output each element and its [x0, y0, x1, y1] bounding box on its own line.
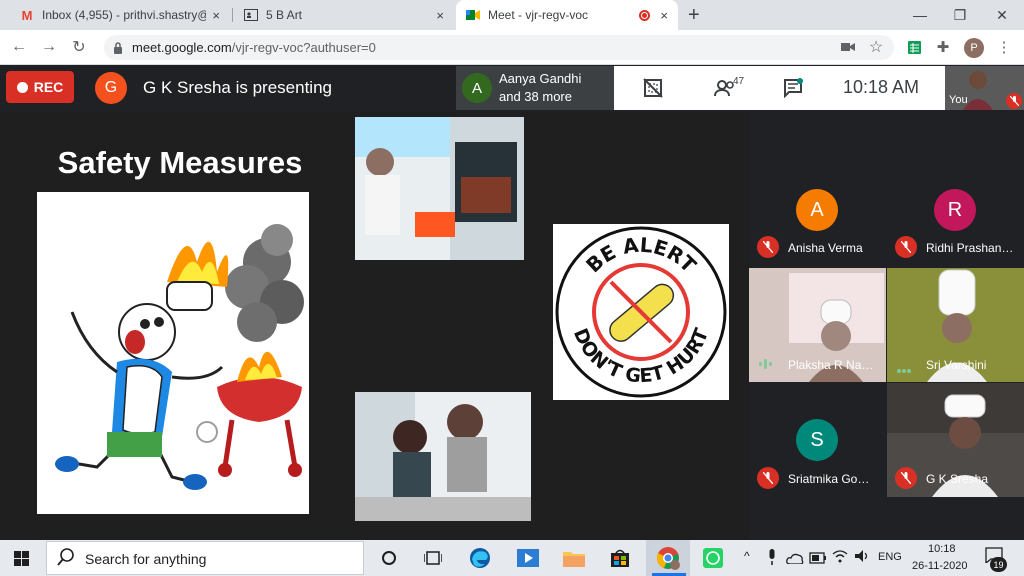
- meeting-clock: 10:18 AM: [843, 77, 920, 97]
- store-icon[interactable]: [607, 545, 633, 571]
- volume-icon[interactable]: [854, 549, 870, 568]
- cooking-photo: [355, 392, 531, 521]
- taskbar-time[interactable]: 10:18: [928, 543, 956, 555]
- captions-off-icon[interactable]: [640, 76, 666, 100]
- new-tab-button[interactable]: +: [688, 4, 700, 27]
- search-placeholder: Search for anything: [85, 551, 207, 567]
- speaking-indicator-icon: [896, 361, 912, 379]
- speaking-indicator-icon: [758, 357, 774, 375]
- profile-avatar[interactable]: P: [964, 38, 984, 58]
- recording-badge: REC: [6, 71, 74, 103]
- presenter-avatar: G: [95, 72, 127, 104]
- tab-title: Inbox (4,955) - prithvi.shastry@sc: [42, 8, 207, 22]
- wifi-icon[interactable]: [832, 549, 848, 568]
- chat-icon[interactable]: [780, 76, 806, 100]
- participant-name: Plaksha R Na…: [788, 358, 874, 372]
- windows-start-icon[interactable]: [8, 545, 34, 571]
- tab-classroom[interactable]: 5 B Art ×: [234, 0, 454, 30]
- cortana-icon[interactable]: [376, 545, 402, 571]
- participant-name: Ridhi Prashan…: [926, 241, 1014, 255]
- close-tab-icon[interactable]: ×: [212, 8, 220, 23]
- speaker-avatar: A: [462, 73, 492, 103]
- tab-meet[interactable]: Meet - vjr-regv-voc ×: [456, 0, 678, 30]
- reload-icon[interactable]: ↻: [68, 36, 90, 58]
- mic-off-icon: [757, 467, 779, 489]
- self-view-label: You: [949, 94, 968, 106]
- minimize-icon[interactable]: —: [900, 0, 940, 30]
- mic-off-icon: [1006, 93, 1022, 109]
- forward-arrow-icon[interactable]: →: [38, 36, 60, 58]
- media-player-icon[interactable]: [515, 545, 541, 571]
- tab-title: Meet - vjr-regv-voc: [488, 8, 589, 22]
- language-indicator[interactable]: ENG: [878, 551, 902, 563]
- oven-photo: [355, 117, 524, 260]
- task-view-icon[interactable]: [420, 545, 446, 571]
- close-window-icon[interactable]: ✕: [982, 0, 1022, 30]
- participant-count: 47: [733, 76, 745, 87]
- camera-icon[interactable]: [840, 39, 856, 55]
- classroom-icon: [244, 8, 258, 22]
- whatsapp-icon[interactable]: [700, 545, 726, 571]
- slide-title: Safety Measures: [57, 145, 303, 180]
- tab-divider: [232, 8, 233, 22]
- presenting-label: G K Sresha is presenting: [143, 78, 332, 97]
- participant-avatar: R: [934, 189, 976, 231]
- search-icon: [57, 548, 75, 571]
- restore-icon[interactable]: ❐: [940, 0, 980, 30]
- participant-name: Sriatmika Go…: [788, 472, 870, 486]
- participant-avatar: A: [796, 189, 838, 231]
- gmail-icon: M: [21, 7, 33, 23]
- recording-indicator-icon: [639, 9, 651, 21]
- record-dot-icon: [16, 81, 28, 93]
- url-text: meet.google.com/vjr-regv-voc?authuser=0: [132, 40, 376, 55]
- url-path: /vjr-regv-voc?authuser=0: [231, 40, 376, 55]
- lock-icon[interactable]: [113, 41, 123, 59]
- running-chef-cartoon: [37, 192, 309, 514]
- notification-count-badge: 19: [990, 557, 1007, 572]
- rec-label: REC: [33, 79, 64, 95]
- tray-expand-icon[interactable]: ^: [744, 549, 750, 563]
- mic-off-icon: [757, 236, 779, 258]
- battery-icon[interactable]: [809, 551, 827, 569]
- participant-avatar: S: [796, 419, 838, 461]
- mic-off-icon: [895, 236, 917, 258]
- close-tab-icon[interactable]: ×: [660, 8, 668, 23]
- close-tab-icon[interactable]: ×: [436, 8, 444, 23]
- participant-name: Sri Varshini: [926, 358, 987, 372]
- edge-browser-icon[interactable]: [467, 545, 493, 571]
- onedrive-icon[interactable]: [786, 551, 804, 569]
- back-arrow-icon[interactable]: ←: [8, 36, 30, 58]
- microphone-tray-icon[interactable]: [767, 549, 777, 570]
- file-explorer-icon[interactable]: [561, 545, 587, 571]
- be-alert-badge: BE ALERT DON'T GET HURT: [553, 224, 729, 400]
- menu-kebab-icon[interactable]: ⋮: [996, 39, 1012, 56]
- meet-icon: [466, 8, 480, 22]
- participant-name: Anisha Verma: [788, 241, 863, 255]
- speaker-more: and 38 more: [499, 89, 572, 104]
- chrome-icon[interactable]: [655, 545, 681, 571]
- sheets-extension-icon[interactable]: [906, 39, 922, 55]
- speaker-name: Aanya Gandhi: [499, 71, 582, 86]
- mic-off-icon: [895, 467, 917, 489]
- participant-name: G K Sresha: [926, 472, 989, 486]
- tab-title: 5 B Art: [266, 8, 303, 22]
- tab-gmail[interactable]: M Inbox (4,955) - prithvi.shastry@sc ×: [10, 0, 230, 30]
- taskbar-date[interactable]: 26-11-2020: [912, 560, 967, 572]
- url-host: meet.google.com: [132, 40, 232, 55]
- extensions-puzzle-icon[interactable]: ✚: [935, 39, 951, 56]
- bookmark-star-icon[interactable]: ☆: [868, 39, 884, 56]
